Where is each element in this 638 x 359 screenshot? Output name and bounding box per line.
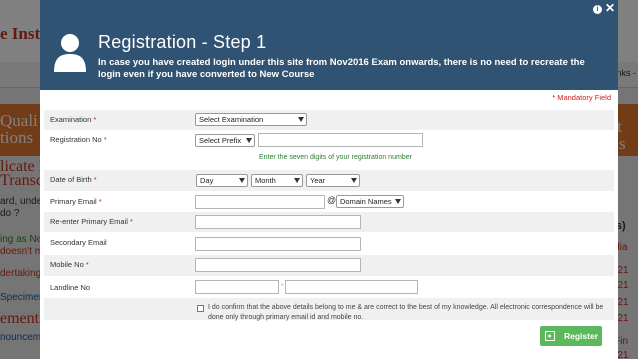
landline-number-input[interactable] bbox=[285, 280, 418, 294]
bg-institute-name: e Insti bbox=[0, 24, 45, 43]
chevron-down-icon bbox=[298, 117, 304, 122]
secondary-email-input[interactable] bbox=[195, 237, 361, 251]
secondary-email-label: Secondary Email bbox=[50, 238, 107, 247]
reenter-email-label: Re-enter Primary Email * bbox=[50, 217, 133, 226]
chevron-down-icon bbox=[246, 138, 252, 143]
registration-modal: Registration - Step 1 In case you have c… bbox=[40, 0, 618, 359]
email-domain-select[interactable]: Domain Names bbox=[336, 195, 404, 208]
chevron-down-icon bbox=[351, 178, 357, 183]
reenter-email-input[interactable] bbox=[195, 215, 361, 229]
bg-left-line: ing as Ne bbox=[0, 234, 43, 245]
mandatory-field-note: * Mandatory Field bbox=[552, 93, 611, 102]
dob-year-select[interactable]: Year bbox=[306, 174, 360, 187]
chevron-down-icon bbox=[294, 178, 300, 183]
modal-header: Registration - Step 1 In case you have c… bbox=[40, 0, 618, 90]
registration-prefix-select[interactable]: Select Prefix bbox=[195, 134, 255, 147]
primary-email-input[interactable] bbox=[195, 195, 325, 209]
dob-day-select[interactable]: Day bbox=[196, 174, 248, 187]
landline-separator: - bbox=[281, 280, 284, 289]
examination-select[interactable]: Select Examination bbox=[195, 113, 307, 126]
bg-left-line: do ? bbox=[0, 208, 20, 219]
chevron-down-icon bbox=[395, 199, 401, 204]
confirm-text: I do confirm that the above details belo… bbox=[208, 304, 604, 321]
dob-label: Date of Birth * bbox=[50, 175, 97, 184]
registration-hint: Enter the seven digits of your registrat… bbox=[259, 154, 412, 161]
chevron-down-icon bbox=[239, 178, 245, 183]
registration-no-label: Registration No * bbox=[50, 135, 107, 144]
mobile-label: Mobile No * bbox=[50, 260, 89, 269]
bg-left-line: Specimen bbox=[0, 292, 45, 303]
examination-label: Examination * bbox=[50, 115, 97, 124]
at-symbol: @ bbox=[327, 195, 337, 205]
user-avatar-icon bbox=[54, 34, 86, 72]
modal-title: Registration - Step 1 bbox=[98, 32, 267, 52]
bg-left-line: ard, under bbox=[0, 196, 46, 207]
confirm-checkbox[interactable] bbox=[197, 305, 204, 312]
primary-email-label: Primary Email * bbox=[50, 197, 102, 206]
register-icon bbox=[545, 331, 555, 341]
mobile-input[interactable] bbox=[195, 258, 361, 272]
registration-number-input[interactable] bbox=[258, 133, 423, 147]
bg-left-line: doesn't m bbox=[0, 246, 44, 257]
modal-subtitle: In case you have created login under thi… bbox=[98, 57, 585, 80]
close-icon[interactable]: ✕ bbox=[605, 2, 615, 14]
landline-label: Landline No bbox=[50, 283, 91, 292]
register-button[interactable]: Register bbox=[540, 326, 602, 346]
examination-row bbox=[44, 110, 614, 130]
bg-left-heading: Quali tions bbox=[0, 111, 38, 147]
dob-month-select[interactable]: Month bbox=[251, 174, 303, 187]
landline-std-input[interactable] bbox=[195, 280, 279, 294]
bg-left-line: ements bbox=[0, 310, 46, 327]
info-icon[interactable]: i bbox=[593, 5, 602, 14]
register-label: Register bbox=[564, 331, 599, 341]
